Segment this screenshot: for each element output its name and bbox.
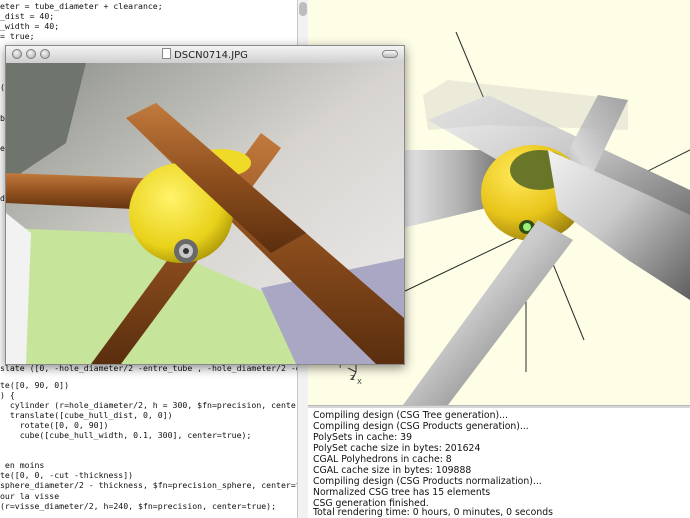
code-line: (r=visse_diameter/2, h=240, $fn=precisio…: [0, 501, 277, 511]
console-line: CGAL Polyhedrons in cache: 8: [313, 454, 452, 465]
console-line: PolySets in cache: 39: [313, 432, 412, 443]
code-line: = true;: [0, 31, 35, 41]
console-line: PolySet cache size in bytes: 201624: [313, 443, 481, 454]
photo-viewer-window[interactable]: DSCN0714.JPG: [5, 45, 405, 365]
console-line: Compiling design (CSG Tree generation)..…: [313, 410, 508, 421]
console-line: Total rendering time: 0 hours, 0 minutes…: [313, 507, 553, 518]
code-line: translate([cube_hull_dist, 0, 0]): [0, 410, 173, 420]
axis-label-z: Z: [350, 374, 355, 382]
console-line: CGAL cache size in bytes: 109888: [313, 465, 472, 476]
scrollbar-thumb[interactable]: [299, 2, 307, 16]
photo-image: [6, 63, 404, 364]
code-line: te([0, 90, 0]): [0, 380, 70, 390]
document-icon: [162, 48, 172, 59]
code-line: en moins: [0, 460, 45, 470]
window-title: DSCN0714.JPG: [6, 48, 404, 61]
code-line: cube([cube_hull_width, 0.1, 300], center…: [0, 430, 252, 440]
code-line: sphere_diameter/2 - thickness, $fn=preci…: [0, 480, 297, 490]
axis-label-x: X: [357, 378, 362, 386]
code-line: our la visse: [0, 491, 60, 501]
toolbar-toggle-button[interactable]: [382, 50, 398, 58]
console-line: Compiling design (CSG Products normaliza…: [313, 476, 542, 487]
console-output: Compiling design (CSG Tree generation)..…: [308, 408, 690, 518]
console-line: Compiling design (CSG Products generatio…: [313, 421, 529, 432]
window-title-text: DSCN0714.JPG: [174, 50, 248, 61]
code-line: eter = tube_diameter + clearance;: [0, 1, 163, 11]
axis-indicator: Y Z X: [337, 362, 362, 386]
code-line: ) {: [0, 390, 15, 400]
code-line: rotate([0, 0, 90]): [0, 420, 109, 430]
code-line: cylinder (r=hole_diameter/2, h = 300, $f…: [9, 400, 297, 410]
console-line: Normalized CSG tree has 15 elements: [313, 487, 491, 498]
window-titlebar[interactable]: DSCN0714.JPG: [6, 46, 404, 64]
code-line: _width = 40;: [0, 21, 60, 31]
code-line: te([0, 0, -cut -thickness]): [0, 470, 134, 480]
tube-down: [403, 220, 573, 405]
code-line: _dist = 40;: [0, 11, 55, 21]
